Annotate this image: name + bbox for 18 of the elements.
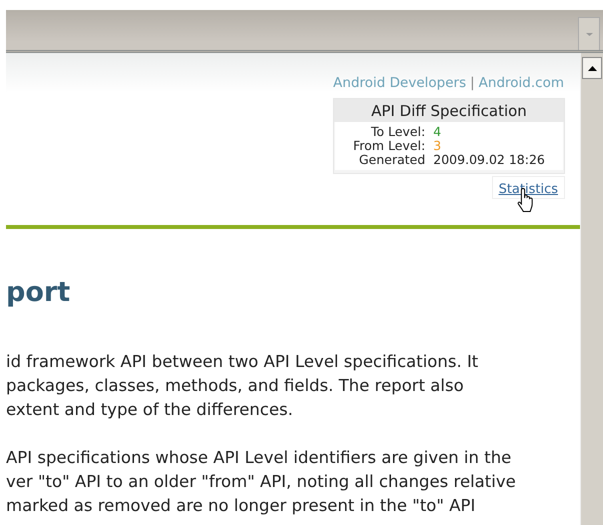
up-arrow-icon bbox=[588, 66, 596, 70]
paragraph: API specifications whose API Level identifiers are given in the ver "to" API to an older "from" API, noting all changes relative marked as removed are no longer present in the "to" API bbox=[6, 447, 517, 517]
dropdown-button[interactable] bbox=[578, 17, 600, 50]
paragraph: id framework API between two API Level specifications. It packages, classes, methods, and fields. The report also extent and type of the differences. bbox=[6, 351, 480, 421]
scrollbar[interactable] bbox=[580, 53, 603, 525]
table-value: 2009.09.02 18:26 bbox=[433, 153, 546, 167]
page-heading: port bbox=[6, 277, 72, 308]
caret-icon bbox=[586, 32, 592, 36]
header-link[interactable]: Android Developers bbox=[333, 75, 466, 91]
table-title: API Diff Specification bbox=[334, 99, 564, 122]
table-label: From Level: bbox=[352, 139, 426, 153]
header-link[interactable]: Android.com bbox=[478, 75, 564, 91]
table-value: 4 bbox=[433, 125, 442, 139]
table-label: Generated bbox=[358, 153, 426, 167]
separator: | bbox=[470, 75, 475, 91]
table-label: To Level: bbox=[370, 125, 426, 139]
table-value: 3 bbox=[433, 139, 442, 153]
scroll-up-button[interactable] bbox=[582, 57, 602, 79]
